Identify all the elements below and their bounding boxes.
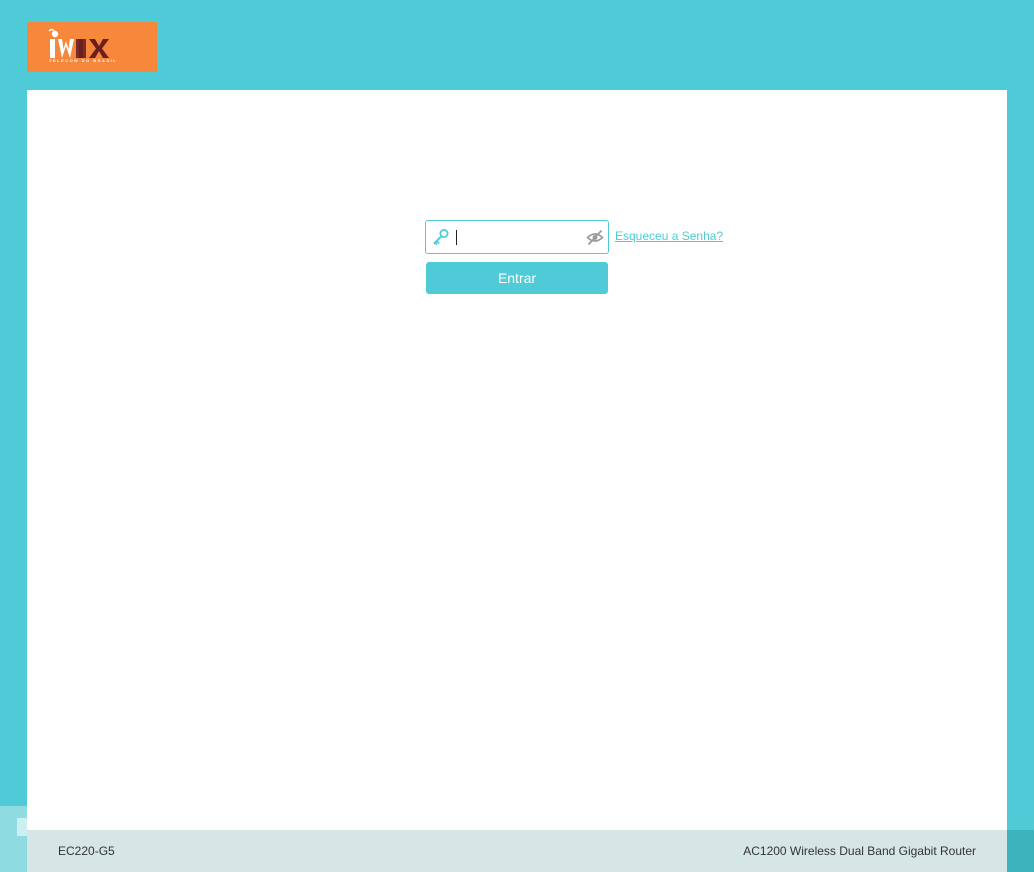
logo-tagline: TELECOM DO BRASIL (49, 58, 118, 63)
password-field[interactable] (425, 220, 609, 254)
decorative-shape-right (1007, 830, 1034, 872)
device-model: EC220-G5 (58, 844, 115, 858)
password-input[interactable] (455, 227, 583, 247)
brand-logo: TELECOM DO BRASIL (27, 22, 157, 72)
logo-mark (48, 28, 109, 58)
key-icon (432, 228, 450, 246)
login-form: Esqueceu a Senha? Entrar (425, 220, 745, 300)
decorative-shape-left-highlight (17, 818, 27, 836)
footer: EC220-G5 AC1200 Wireless Dual Band Gigab… (27, 830, 1007, 872)
device-description: AC1200 Wireless Dual Band Gigabit Router (743, 844, 976, 858)
text-cursor (456, 230, 457, 245)
login-button[interactable]: Entrar (426, 262, 608, 294)
eye-off-icon[interactable] (586, 229, 604, 246)
main-panel: Esqueceu a Senha? Entrar (27, 90, 1007, 830)
decorative-shape-left (0, 806, 27, 872)
forgot-password-link[interactable]: Esqueceu a Senha? (615, 229, 723, 243)
